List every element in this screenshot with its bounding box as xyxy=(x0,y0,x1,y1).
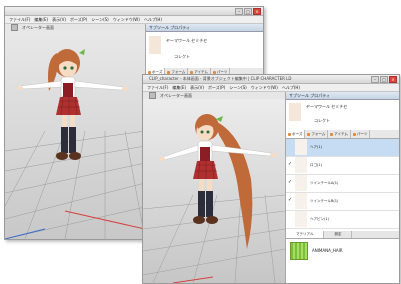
back-menu-bar: ファイル(F) 編集(E) 表示(V) ポーズ(P) シーン(S) ウィンドウ(… xyxy=(5,16,263,24)
minimize-icon[interactable]: – xyxy=(235,8,243,15)
list-item[interactable]: ✓ ツインテールA(1) xyxy=(286,175,399,193)
item-icon xyxy=(330,132,334,136)
front-model-thumbnail xyxy=(289,103,301,121)
menu-pose[interactable]: ポーズ(P) xyxy=(70,16,87,23)
menu-pose[interactable]: ポーズ(P) xyxy=(208,84,225,91)
part-thumbnail xyxy=(295,157,307,173)
tab-settings[interactable]: 設定 xyxy=(324,231,353,238)
part-thumbnail xyxy=(295,139,307,155)
minimize-icon[interactable]: – xyxy=(371,76,379,83)
menu-scene[interactable]: シーン(S) xyxy=(91,16,108,23)
front-tab-form-label: フォーム xyxy=(311,132,326,136)
menu-edit[interactable]: 編集(E) xyxy=(34,16,48,23)
part-label: ロゴ(1) xyxy=(310,163,322,167)
front-title-bar: CLIP_character - 本体画面 - 背景オブジェクト編集中 | CL… xyxy=(143,75,399,84)
operator-icon[interactable] xyxy=(149,92,156,99)
front-app-window: CLIP_character - 本体画面 - 背景オブジェクト編集中 | CL… xyxy=(142,74,400,284)
back-model-thumbnail xyxy=(149,36,161,54)
part-thumbnail xyxy=(295,211,307,227)
tab-material[interactable]: マテリアル xyxy=(286,231,325,238)
front-toolbar-label[interactable]: オペレーター画面 xyxy=(160,93,192,99)
menu-window[interactable]: ウィンドウ(W) xyxy=(113,16,140,23)
front-model-label: ヤーマワール セミチセ xyxy=(306,104,348,109)
back-toolbar-label[interactable]: オペレーター画面 xyxy=(22,25,54,31)
part-label: ツインテールB(1) xyxy=(310,199,339,203)
front-menu-bar: ファイル(F) 編集(E) 表示(V) ポーズ(P) シーン(S) ウィンドウ(… xyxy=(143,84,399,92)
back-viewport-canvas xyxy=(5,31,145,239)
front-window-title: CLIP_character - 本体画面 - 背景オブジェクト編集中 | CL… xyxy=(149,76,292,81)
front-subtool-panel: サブツール プロパティ ヤーマワール セミチセ コレクト ポーズ フォーム アイ… xyxy=(285,92,399,283)
list-item[interactable]: ✓ ロゴ(1) xyxy=(286,157,399,175)
front-sub-label: コレクト xyxy=(314,118,330,123)
material-tabs: マテリアル 設定 xyxy=(286,231,399,239)
check-icon[interactable]: ✓ xyxy=(288,161,292,167)
parts-icon xyxy=(352,132,356,136)
check-icon[interactable]: ✓ xyxy=(288,179,292,185)
front-model-info: ヤーマワール セミチセ コレクト xyxy=(286,100,399,130)
menu-view[interactable]: 表示(V) xyxy=(190,84,204,91)
front-tab-form[interactable]: フォーム xyxy=(305,130,329,138)
menu-edit[interactable]: 編集(E) xyxy=(172,84,186,91)
operator-icon[interactable] xyxy=(11,24,18,31)
front-tab-parts[interactable]: パーツ xyxy=(351,130,371,138)
close-icon[interactable]: × xyxy=(253,8,261,15)
front-tab-item-label: アイテム xyxy=(334,132,348,136)
part-label: ヘアピン(1) xyxy=(310,217,329,221)
back-sub-label: コレクト xyxy=(174,54,190,59)
material-label: ANIMANA_HAIR xyxy=(312,248,343,253)
front-tab-parts-label: パーツ xyxy=(356,132,368,136)
back-title-bar: – □ × xyxy=(5,7,263,16)
form-icon xyxy=(307,132,311,136)
menu-help[interactable]: ヘルプ(H) xyxy=(144,16,162,23)
close-icon[interactable]: × xyxy=(389,76,397,83)
front-tab-item[interactable]: アイテム xyxy=(328,130,351,138)
parts-list: ヘア(1) ✓ ロゴ(1) ✓ ツインテールA(1) ✓ ツインテールB(1) … xyxy=(286,139,399,229)
menu-scene[interactable]: シーン(S) xyxy=(229,84,246,91)
list-item[interactable]: ヘア(1) xyxy=(286,139,399,157)
back-panel-title: サブツール プロパティ xyxy=(146,24,263,32)
menu-help[interactable]: ヘルプ(H) xyxy=(282,84,300,91)
menu-file[interactable]: ファイル(F) xyxy=(147,84,168,91)
front-panel-title: サブツール プロパティ xyxy=(286,92,399,100)
front-panel-tabs: ポーズ フォーム アイテム パーツ xyxy=(286,130,399,139)
front-tab-pose-label: ポーズ xyxy=(292,132,303,136)
back-model-info: ヤーマワール セミチセ コレクト xyxy=(146,32,263,68)
menu-window[interactable]: ウィンドウ(W) xyxy=(251,84,278,91)
menu-view[interactable]: 表示(V) xyxy=(52,16,66,23)
maximize-icon[interactable]: □ xyxy=(244,8,252,15)
part-thumbnail xyxy=(295,193,307,209)
front-tab-pose[interactable]: ポーズ xyxy=(286,130,306,138)
pose-icon xyxy=(288,132,291,136)
back-model-label: ヤーマワール セミチセ xyxy=(166,38,208,43)
back-3d-viewport[interactable] xyxy=(5,31,145,239)
maximize-icon[interactable]: □ xyxy=(380,76,388,83)
list-item[interactable]: ヘアピン(1) xyxy=(286,211,399,229)
part-thumbnail xyxy=(295,175,307,191)
part-label: ヘア(1) xyxy=(310,145,322,149)
check-icon[interactable]: ✓ xyxy=(288,197,292,203)
list-item[interactable]: ✓ ツインテールB(1) xyxy=(286,193,399,211)
material-swatch[interactable] xyxy=(290,242,308,260)
part-label: ツインテールA(1) xyxy=(310,181,339,185)
menu-file[interactable]: ファイル(F) xyxy=(9,16,30,23)
front-viewport-canvas xyxy=(143,99,285,283)
front-3d-viewport[interactable] xyxy=(143,99,285,283)
